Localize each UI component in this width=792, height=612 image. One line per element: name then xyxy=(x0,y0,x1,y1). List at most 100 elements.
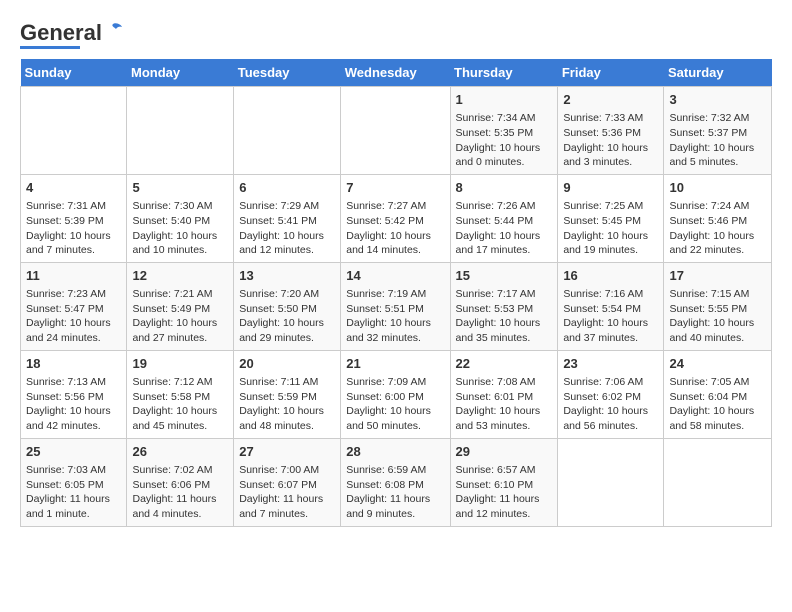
day-number: 4 xyxy=(26,179,121,197)
day-number: 15 xyxy=(456,267,553,285)
day-number: 6 xyxy=(239,179,335,197)
calendar-cell: 21Sunrise: 7:09 AM Sunset: 6:00 PM Dayli… xyxy=(341,350,450,438)
day-number: 26 xyxy=(132,443,228,461)
day-number: 29 xyxy=(456,443,553,461)
calendar-cell: 28 Sunrise: 6:59 AM Sunset: 6:08 PM Dayli… xyxy=(341,438,450,526)
calendar-cell: 10Sunrise: 7:24 AM Sunset: 5:46 PM Dayli… xyxy=(664,174,772,262)
weekday-header-saturday: Saturday xyxy=(664,59,772,87)
calendar-cell: 1 Sunrise: 7:34 AM Sunset: 5:35 PM Daylig… xyxy=(450,87,558,175)
day-info: Sunrise: 7:24 AM Sunset: 5:46 PM Dayligh… xyxy=(669,199,766,258)
weekday-header-thursday: Thursday xyxy=(450,59,558,87)
day-number: 1 xyxy=(456,91,553,109)
day-info: Sunrise: 7:32 AM Sunset: 5:37 PM Dayligh… xyxy=(669,111,766,170)
calendar-cell: 7 Sunrise: 7:27 AM Sunset: 5:42 PM Daylig… xyxy=(341,174,450,262)
weekday-row: SundayMondayTuesdayWednesdayThursdayFrid… xyxy=(21,59,772,87)
calendar-cell: 2 Sunrise: 7:33 AM Sunset: 5:36 PM Daylig… xyxy=(558,87,664,175)
calendar-week-5: 25 Sunrise: 7:03 AM Sunset: 6:05 PM Dayli… xyxy=(21,438,772,526)
day-info: Sunrise: 7:02 AM Sunset: 6:06 PM Dayligh… xyxy=(132,463,228,522)
day-number: 7 xyxy=(346,179,444,197)
day-number: 22 xyxy=(456,355,553,373)
calendar-cell xyxy=(234,87,341,175)
header: General xyxy=(20,20,772,49)
day-number: 5 xyxy=(132,179,228,197)
day-info: Sunrise: 7:33 AM Sunset: 5:36 PM Dayligh… xyxy=(563,111,658,170)
day-number: 20 xyxy=(239,355,335,373)
calendar-cell: 16 Sunrise: 7:16 AM Sunset: 5:54 PM Dayli… xyxy=(558,262,664,350)
day-info: Sunrise: 7:12 AM Sunset: 5:58 PM Dayligh… xyxy=(132,375,228,434)
calendar-cell xyxy=(341,87,450,175)
calendar-header: SundayMondayTuesdayWednesdayThursdayFrid… xyxy=(21,59,772,87)
day-number: 9 xyxy=(563,179,658,197)
calendar-cell: 6 Sunrise: 7:29 AM Sunset: 5:41 PM Daylig… xyxy=(234,174,341,262)
calendar-cell: 19 Sunrise: 7:12 AM Sunset: 5:58 PM Dayli… xyxy=(127,350,234,438)
calendar-cell: 4Sunrise: 7:31 AM Sunset: 5:39 PM Daylig… xyxy=(21,174,127,262)
calendar-cell: 9 Sunrise: 7:25 AM Sunset: 5:45 PM Daylig… xyxy=(558,174,664,262)
day-info: Sunrise: 7:11 AM Sunset: 5:59 PM Dayligh… xyxy=(239,375,335,434)
calendar-cell: 25 Sunrise: 7:03 AM Sunset: 6:05 PM Dayli… xyxy=(21,438,127,526)
day-info: Sunrise: 6:57 AM Sunset: 6:10 PM Dayligh… xyxy=(456,463,553,522)
calendar-body: 1 Sunrise: 7:34 AM Sunset: 5:35 PM Daylig… xyxy=(21,87,772,527)
day-info: Sunrise: 7:09 AM Sunset: 6:00 PM Dayligh… xyxy=(346,375,444,434)
day-info: Sunrise: 7:27 AM Sunset: 5:42 PM Dayligh… xyxy=(346,199,444,258)
weekday-header-tuesday: Tuesday xyxy=(234,59,341,87)
calendar-cell: 15 Sunrise: 7:17 AM Sunset: 5:53 PM Dayli… xyxy=(450,262,558,350)
weekday-header-wednesday: Wednesday xyxy=(341,59,450,87)
day-number: 13 xyxy=(239,267,335,285)
day-info: Sunrise: 7:30 AM Sunset: 5:40 PM Dayligh… xyxy=(132,199,228,258)
calendar-cell: 3 Sunrise: 7:32 AM Sunset: 5:37 PM Daylig… xyxy=(664,87,772,175)
day-number: 18 xyxy=(26,355,121,373)
calendar-cell: 8 Sunrise: 7:26 AM Sunset: 5:44 PM Daylig… xyxy=(450,174,558,262)
calendar-cell: 23 Sunrise: 7:06 AM Sunset: 6:02 PM Dayli… xyxy=(558,350,664,438)
day-number: 25 xyxy=(26,443,121,461)
calendar-cell: 27 Sunrise: 7:00 AM Sunset: 6:07 PM Dayli… xyxy=(234,438,341,526)
calendar-cell: 14 Sunrise: 7:19 AM Sunset: 5:51 PM Dayli… xyxy=(341,262,450,350)
calendar-cell: 11Sunrise: 7:23 AM Sunset: 5:47 PM Dayli… xyxy=(21,262,127,350)
day-info: Sunrise: 7:05 AM Sunset: 6:04 PM Dayligh… xyxy=(669,375,766,434)
day-info: Sunrise: 7:25 AM Sunset: 5:45 PM Dayligh… xyxy=(563,199,658,258)
day-info: Sunrise: 7:08 AM Sunset: 6:01 PM Dayligh… xyxy=(456,375,553,434)
weekday-header-sunday: Sunday xyxy=(21,59,127,87)
day-number: 2 xyxy=(563,91,658,109)
day-number: 19 xyxy=(132,355,228,373)
logo-bird-icon xyxy=(103,22,123,40)
calendar-week-4: 18 Sunrise: 7:13 AM Sunset: 5:56 PM Dayli… xyxy=(21,350,772,438)
calendar-cell: 12Sunrise: 7:21 AM Sunset: 5:49 PM Dayli… xyxy=(127,262,234,350)
day-number: 8 xyxy=(456,179,553,197)
day-info: Sunrise: 7:29 AM Sunset: 5:41 PM Dayligh… xyxy=(239,199,335,258)
calendar-cell: 20 Sunrise: 7:11 AM Sunset: 5:59 PM Dayli… xyxy=(234,350,341,438)
day-info: Sunrise: 7:26 AM Sunset: 5:44 PM Dayligh… xyxy=(456,199,553,258)
calendar-cell xyxy=(127,87,234,175)
day-info: Sunrise: 7:34 AM Sunset: 5:35 PM Dayligh… xyxy=(456,111,553,170)
day-number: 16 xyxy=(563,267,658,285)
day-info: Sunrise: 7:17 AM Sunset: 5:53 PM Dayligh… xyxy=(456,287,553,346)
day-info: Sunrise: 7:21 AM Sunset: 5:49 PM Dayligh… xyxy=(132,287,228,346)
calendar-week-2: 4Sunrise: 7:31 AM Sunset: 5:39 PM Daylig… xyxy=(21,174,772,262)
day-info: Sunrise: 7:13 AM Sunset: 5:56 PM Dayligh… xyxy=(26,375,121,434)
calendar-week-3: 11Sunrise: 7:23 AM Sunset: 5:47 PM Dayli… xyxy=(21,262,772,350)
day-number: 14 xyxy=(346,267,444,285)
calendar-cell: 18 Sunrise: 7:13 AM Sunset: 5:56 PM Dayli… xyxy=(21,350,127,438)
calendar-cell: 22 Sunrise: 7:08 AM Sunset: 6:01 PM Dayli… xyxy=(450,350,558,438)
calendar-table: SundayMondayTuesdayWednesdayThursdayFrid… xyxy=(20,59,772,527)
day-number: 24 xyxy=(669,355,766,373)
day-info: Sunrise: 7:06 AM Sunset: 6:02 PM Dayligh… xyxy=(563,375,658,434)
calendar-cell: 24 Sunrise: 7:05 AM Sunset: 6:04 PM Dayli… xyxy=(664,350,772,438)
day-info: Sunrise: 6:59 AM Sunset: 6:08 PM Dayligh… xyxy=(346,463,444,522)
calendar-cell: 17Sunrise: 7:15 AM Sunset: 5:55 PM Dayli… xyxy=(664,262,772,350)
day-info: Sunrise: 7:19 AM Sunset: 5:51 PM Dayligh… xyxy=(346,287,444,346)
day-info: Sunrise: 7:00 AM Sunset: 6:07 PM Dayligh… xyxy=(239,463,335,522)
day-number: 3 xyxy=(669,91,766,109)
calendar-cell: 5 Sunrise: 7:30 AM Sunset: 5:40 PM Daylig… xyxy=(127,174,234,262)
logo: General xyxy=(20,20,123,49)
logo-divider xyxy=(20,46,80,49)
day-info: Sunrise: 7:20 AM Sunset: 5:50 PM Dayligh… xyxy=(239,287,335,346)
day-number: 17 xyxy=(669,267,766,285)
calendar-cell xyxy=(664,438,772,526)
day-number: 27 xyxy=(239,443,335,461)
day-number: 28 xyxy=(346,443,444,461)
day-number: 23 xyxy=(563,355,658,373)
calendar-cell xyxy=(558,438,664,526)
calendar-cell: 13 Sunrise: 7:20 AM Sunset: 5:50 PM Dayli… xyxy=(234,262,341,350)
day-info: Sunrise: 7:03 AM Sunset: 6:05 PM Dayligh… xyxy=(26,463,121,522)
day-info: Sunrise: 7:16 AM Sunset: 5:54 PM Dayligh… xyxy=(563,287,658,346)
